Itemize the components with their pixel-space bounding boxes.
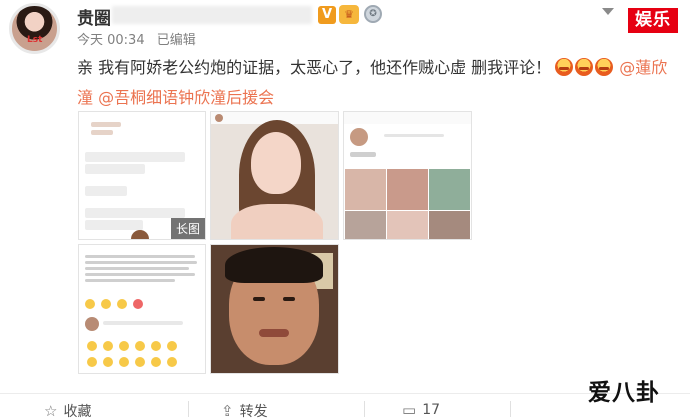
chevron-down-icon[interactable] bbox=[602, 8, 614, 15]
brand-logo: 娱乐 bbox=[628, 8, 678, 33]
angry-face-icon bbox=[555, 57, 615, 84]
repost-label: 转发 bbox=[239, 404, 268, 420]
comment-count: 17 bbox=[422, 402, 441, 418]
post-image-selfie[interactable] bbox=[210, 111, 339, 240]
mention-link[interactable]: @吾桐细语钟欣潼后援会 bbox=[98, 88, 274, 107]
repost-icon: ⇪ bbox=[221, 402, 234, 420]
favorite-label: 收藏 bbox=[63, 404, 92, 420]
action-divider bbox=[510, 401, 511, 417]
comment-icon: ▭ bbox=[402, 401, 417, 419]
star-icon: ☆ bbox=[44, 402, 58, 420]
action-divider bbox=[188, 401, 189, 417]
post-text: 亲 我有阿娇老公约炮的证据，太恶心了，他还作贼心虚 删我评论！ @蓮欣潼 @吾桐细… bbox=[77, 54, 682, 111]
favorite-button[interactable]: ☆ 收藏 bbox=[44, 401, 91, 420]
verified-badge-icon: V bbox=[318, 6, 336, 24]
post-meta: 今天 00:34 已编辑 bbox=[77, 29, 204, 48]
blurred-name bbox=[112, 6, 312, 24]
username[interactable]: 贵圈 bbox=[77, 4, 111, 29]
member-crown-icon: ♛ bbox=[339, 5, 359, 24]
comment-button[interactable]: ▭ 17 bbox=[402, 401, 440, 419]
long-image-tag: 长图 bbox=[170, 218, 205, 239]
post-image-comments[interactable] bbox=[78, 244, 206, 374]
avatar[interactable]: Lst bbox=[9, 3, 60, 54]
post-image-chat[interactable]: 长图 bbox=[78, 111, 206, 240]
avatar-mark: Lst bbox=[27, 35, 43, 45]
post-body: 亲 我有阿娇老公约炮的证据，太恶心了，他还作贼心虚 删我评论！ bbox=[77, 58, 552, 77]
repost-button[interactable]: ⇪ 转发 bbox=[221, 401, 268, 420]
action-divider bbox=[364, 401, 365, 417]
edited-label[interactable]: 已编辑 bbox=[157, 33, 196, 48]
post-time[interactable]: 今天 00:34 bbox=[77, 33, 145, 48]
site-watermark: 爱八卦 bbox=[588, 379, 660, 406]
medal-icon: ✪ bbox=[364, 5, 382, 23]
footer-divider bbox=[0, 393, 690, 394]
post-image-video[interactable] bbox=[210, 244, 339, 374]
post-image-profile[interactable] bbox=[343, 111, 472, 240]
